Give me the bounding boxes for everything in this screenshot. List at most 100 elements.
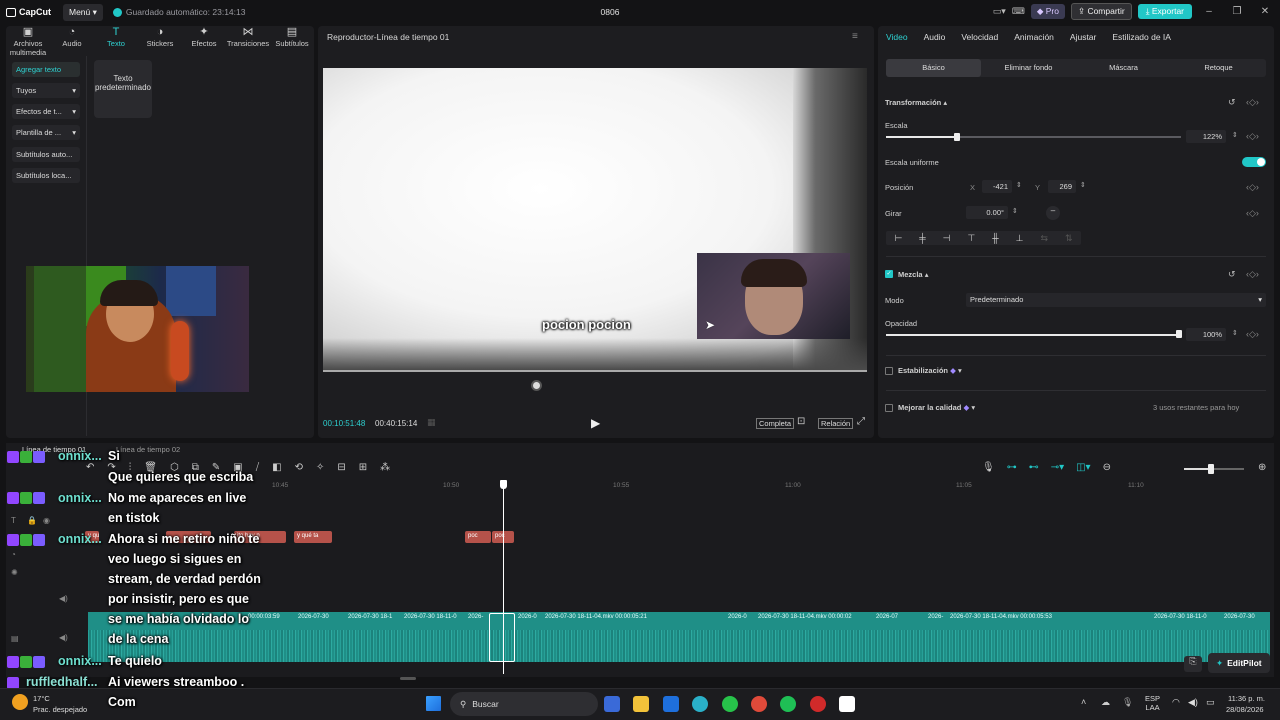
windows-start-icon[interactable] — [426, 696, 441, 711]
improve-quality-heading[interactable]: Mejorar la calidad ◆ ▾ — [898, 403, 975, 412]
zoom-slider[interactable] — [1184, 468, 1244, 470]
clock-time[interactable]: 11:36 p. m. — [1228, 694, 1265, 703]
text-tool-icon[interactable]: ⊟ — [337, 462, 345, 473]
scrub-handle-icon[interactable] — [531, 380, 542, 391]
default-text-card[interactable]: Texto predeterminado — [94, 60, 152, 118]
timeline-tab-2[interactable]: Línea de tiempo 02 — [116, 445, 180, 454]
beat-icon[interactable]: ⁂ — [380, 462, 390, 473]
rotate-input[interactable]: 0.00° — [966, 206, 1008, 219]
store-icon[interactable] — [604, 696, 620, 712]
sidebar-item-local-subtitles[interactable]: Subtítulos loca... — [12, 168, 80, 183]
zoom-slider-knob[interactable] — [1208, 464, 1214, 474]
tab-speed[interactable]: Velocidad — [953, 26, 1006, 48]
mirror-icon[interactable]: ◧ — [272, 462, 281, 473]
scale-slider-knob[interactable] — [953, 133, 960, 141]
selected-clip[interactable] — [489, 613, 515, 662]
scale-slider[interactable] — [886, 136, 1181, 138]
taskbar-search[interactable]: ⚲ Buscar — [450, 692, 598, 716]
flip-v-icon[interactable]: ⇅ — [1065, 233, 1073, 244]
pos-y-input[interactable]: 269 — [1048, 180, 1076, 193]
weather-temp[interactable]: 17°C — [33, 694, 50, 703]
flip-h-icon[interactable]: ⇆ — [1040, 233, 1048, 244]
tray-chevron-icon[interactable]: ˄ — [1081, 697, 1086, 707]
record-mic-icon[interactable]: 🎙 — [982, 462, 995, 473]
scale-keyframe-icon[interactable]: ‹◇› — [1246, 131, 1259, 142]
align-right-icon[interactable]: ⊣ — [943, 233, 951, 244]
editpilot-button[interactable]: ✦ EditPilot — [1208, 653, 1270, 673]
timeline-scrollbar[interactable] — [400, 677, 416, 680]
tab-ai-style[interactable]: Estilizado de IA — [1104, 26, 1179, 48]
zoom-in-icon[interactable]: ⊕ — [1258, 462, 1266, 473]
align-bottom-icon[interactable]: ⊥ — [1016, 233, 1024, 244]
text-clip[interactable]: y qué ta — [294, 531, 332, 543]
minimize-icon[interactable]: – — [1198, 6, 1220, 17]
link-audio-icon[interactable]: ⊷ — [1029, 462, 1039, 473]
mute-icon[interactable]: ◀) — [59, 594, 68, 603]
eye-icon[interactable]: ◉ — [43, 516, 50, 525]
opacity-slider[interactable] — [886, 334, 1181, 336]
tab-audio[interactable]: ◔ Audio — [50, 26, 94, 52]
aspect-ratio-button[interactable]: Relación — [818, 418, 854, 429]
rotate-tool-icon[interactable]: ⟲ — [295, 462, 303, 473]
ai-tool-icon[interactable]: ⊞ — [359, 462, 367, 473]
language-indicator[interactable]: ESP LAA — [1145, 694, 1160, 712]
uniform-scale-toggle[interactable] — [1242, 157, 1266, 167]
tab-video[interactable]: Video — [878, 26, 916, 48]
preview-icon[interactable]: ◫▾ — [1076, 462, 1090, 473]
align-center-v-icon[interactable]: ╫ — [992, 233, 998, 243]
share-button[interactable]: ⇪ Compartir — [1070, 3, 1132, 20]
weather-icon[interactable] — [12, 694, 28, 710]
tab-stickers[interactable]: ◑ Stickers — [138, 26, 182, 52]
scale-stepper-icon[interactable]: ⇕ — [1232, 131, 1238, 139]
volume-icon[interactable]: ◀) — [1188, 697, 1198, 708]
main-video-track[interactable]: 00:00:03:59 2026-07-30 2026-07-30 18-1 2… — [88, 612, 1270, 662]
fullscreen-icon[interactable]: ⤢ — [857, 416, 865, 427]
rotate-stepper-icon[interactable]: ⇕ — [1012, 207, 1018, 215]
cut-icon[interactable]: ⧸ — [256, 462, 259, 473]
sidebar-item-auto-subtitles[interactable]: Subtítulos auto... — [12, 147, 80, 162]
playhead-handle-icon[interactable] — [500, 480, 507, 489]
subtab-retouch[interactable]: Retoque — [1171, 59, 1266, 77]
position-keyframe-icon[interactable]: ‹◇› — [1246, 182, 1259, 193]
player-menu-icon[interactable]: ≡ — [852, 31, 858, 42]
export-button[interactable]: ⤓ Exportar — [1137, 4, 1192, 19]
spotify-icon[interactable] — [780, 696, 796, 712]
snap-icon[interactable]: ⊸▾ — [1051, 462, 1064, 473]
subtab-basic[interactable]: Básico — [886, 59, 981, 77]
scale-value[interactable]: 122% — [1186, 130, 1226, 143]
tab-media[interactable]: ▣ Archivos multimedia — [6, 26, 50, 57]
undo-icon[interactable]: ↶ — [86, 462, 94, 473]
pos-x-stepper-icon[interactable]: ⇕ — [1016, 181, 1022, 189]
wifi-icon[interactable]: ◠ — [1172, 697, 1180, 708]
keyframe-icon[interactable]: ‹◇› — [1246, 97, 1259, 108]
clock-date[interactable]: 28/08/2026 — [1226, 705, 1264, 714]
play-button[interactable]: ▶ — [591, 416, 600, 430]
link-main-icon[interactable]: ⊶ — [1007, 462, 1017, 473]
timeline-ruler[interactable]: 10:45 10:50 10:55 11:00 11:05 11:10 — [100, 478, 1270, 490]
tab-transitions[interactable]: ⋈ Transiciones — [226, 26, 270, 52]
weather-desc[interactable]: Prac. despejado — [33, 705, 87, 714]
transform-heading[interactable]: Transformación ▴ — [885, 98, 947, 107]
tab-adjust[interactable]: Ajustar — [1062, 26, 1104, 48]
zoom-out-icon[interactable]: ⊖ — [1103, 462, 1111, 473]
sidebar-item-add-text[interactable]: Agregar texto — [12, 62, 80, 77]
rotate-dial-icon[interactable]: – — [1046, 206, 1060, 220]
blend-heading[interactable]: Mezcla ▴ — [898, 270, 928, 279]
align-top-icon[interactable]: ⊤ — [967, 233, 975, 244]
lock-icon[interactable]: 🔒 — [27, 516, 37, 525]
sidebar-item-text-effects[interactable]: Efectos de t... ▾ — [12, 104, 80, 119]
sidebar-item-yours[interactable]: Tuyos ▾ — [12, 83, 80, 98]
text-clip[interactable]: poc — [465, 531, 491, 543]
align-center-h-icon[interactable]: ╪ — [919, 233, 925, 243]
align-left-icon[interactable]: ⊢ — [894, 233, 902, 244]
close-icon[interactable]: ✕ — [1254, 6, 1276, 17]
opacity-value[interactable]: 100% — [1186, 328, 1226, 341]
playhead[interactable] — [503, 484, 504, 674]
layout-icon[interactable]: ▭▾ — [993, 6, 1006, 17]
pos-x-input[interactable]: -421 — [982, 180, 1012, 193]
file-explorer-icon[interactable] — [633, 696, 649, 712]
battery-icon[interactable]: ▭ — [1206, 697, 1215, 708]
magic-icon[interactable]: ✧ — [316, 462, 324, 473]
blend-keyframe-icon[interactable]: ‹◇› — [1246, 269, 1259, 280]
subtab-remove-bg[interactable]: Eliminar fondo — [981, 59, 1076, 77]
